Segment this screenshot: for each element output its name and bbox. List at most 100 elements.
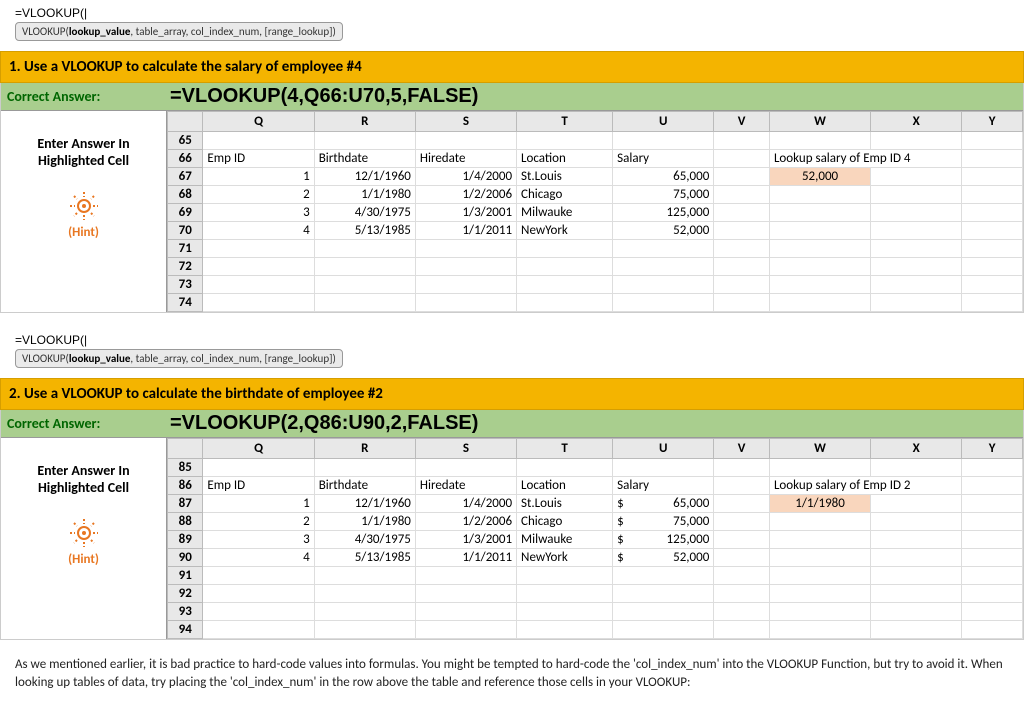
hint-label[interactable]: (Hint) bbox=[1, 225, 166, 240]
cell[interactable] bbox=[314, 567, 415, 585]
cell[interactable] bbox=[962, 240, 1023, 258]
cell[interactable]: 1/4/2000 bbox=[415, 495, 516, 513]
cell[interactable] bbox=[415, 603, 516, 621]
cell[interactable] bbox=[517, 621, 613, 639]
cell[interactable] bbox=[203, 603, 314, 621]
cell[interactable] bbox=[314, 585, 415, 603]
cell[interactable]: 5/13/1985 bbox=[314, 222, 415, 240]
cell[interactable] bbox=[714, 513, 770, 531]
cell[interactable]: St.Louis bbox=[517, 168, 613, 186]
cell[interactable]: $125,000 bbox=[613, 531, 714, 549]
cell[interactable]: 52,000 bbox=[613, 222, 714, 240]
cell[interactable] bbox=[714, 477, 770, 495]
cell[interactable]: 4 bbox=[203, 549, 314, 567]
cell[interactable]: Birthdate bbox=[314, 477, 415, 495]
cell[interactable] bbox=[962, 294, 1023, 312]
cell[interactable] bbox=[769, 603, 870, 621]
cell[interactable] bbox=[871, 621, 962, 639]
cell[interactable] bbox=[714, 585, 770, 603]
cell[interactable]: Salary bbox=[613, 477, 714, 495]
cell[interactable]: 1/1/1980 bbox=[314, 513, 415, 531]
cell[interactable]: Lookup salary of Emp ID 2 bbox=[769, 477, 961, 495]
cell[interactable]: 1/1/2011 bbox=[415, 549, 516, 567]
cell[interactable]: 2 bbox=[203, 513, 314, 531]
cell[interactable] bbox=[962, 132, 1023, 150]
cell[interactable] bbox=[714, 276, 770, 294]
cell[interactable] bbox=[517, 240, 613, 258]
cell[interactable]: 125,000 bbox=[613, 204, 714, 222]
cell[interactable]: St.Louis bbox=[517, 495, 613, 513]
cell[interactable] bbox=[871, 549, 962, 567]
cell[interactable] bbox=[962, 186, 1023, 204]
cell[interactable] bbox=[769, 531, 870, 549]
cell[interactable] bbox=[769, 585, 870, 603]
cell[interactable]: $52,000 bbox=[613, 549, 714, 567]
cell[interactable] bbox=[203, 567, 314, 585]
cell[interactable] bbox=[714, 621, 770, 639]
cell[interactable]: Emp ID bbox=[203, 150, 314, 168]
cell[interactable] bbox=[517, 258, 613, 276]
cell[interactable] bbox=[769, 258, 870, 276]
cell[interactable] bbox=[314, 258, 415, 276]
cell[interactable] bbox=[415, 294, 516, 312]
cell[interactable] bbox=[714, 186, 770, 204]
hint-icon[interactable] bbox=[1, 189, 166, 223]
cell[interactable] bbox=[871, 585, 962, 603]
cell[interactable]: Hiredate bbox=[415, 477, 516, 495]
highlighted-result-cell[interactable]: 1/1/1980 bbox=[769, 495, 870, 513]
cell[interactable] bbox=[714, 495, 770, 513]
highlighted-result-cell[interactable]: 52,000 bbox=[769, 168, 870, 186]
cell[interactable] bbox=[769, 567, 870, 585]
cell[interactable]: 1 bbox=[203, 168, 314, 186]
cell[interactable] bbox=[415, 240, 516, 258]
cell[interactable] bbox=[714, 204, 770, 222]
cell[interactable] bbox=[714, 459, 770, 477]
cell[interactable] bbox=[613, 240, 714, 258]
cell[interactable] bbox=[415, 585, 516, 603]
cell[interactable]: Milwauke bbox=[517, 204, 613, 222]
cell[interactable] bbox=[613, 258, 714, 276]
cell[interactable] bbox=[203, 459, 314, 477]
cell[interactable] bbox=[714, 150, 770, 168]
cell[interactable] bbox=[314, 240, 415, 258]
cell[interactable] bbox=[871, 495, 962, 513]
cell[interactable]: NewYork bbox=[517, 549, 613, 567]
cell[interactable]: 1/1/2011 bbox=[415, 222, 516, 240]
cell[interactable] bbox=[517, 567, 613, 585]
cell[interactable] bbox=[613, 459, 714, 477]
cell[interactable] bbox=[314, 276, 415, 294]
cell[interactable]: $75,000 bbox=[613, 513, 714, 531]
cell[interactable] bbox=[769, 549, 870, 567]
cell[interactable]: 1 bbox=[203, 495, 314, 513]
cell[interactable]: 4 bbox=[203, 222, 314, 240]
cell[interactable]: 65,000 bbox=[613, 168, 714, 186]
cell[interactable]: Chicago bbox=[517, 513, 613, 531]
cell[interactable]: 4/30/1975 bbox=[314, 204, 415, 222]
cell[interactable] bbox=[962, 204, 1023, 222]
cell[interactable] bbox=[714, 531, 770, 549]
cell[interactable] bbox=[714, 603, 770, 621]
cell[interactable] bbox=[613, 585, 714, 603]
cell[interactable] bbox=[962, 585, 1023, 603]
cell[interactable] bbox=[871, 603, 962, 621]
cell[interactable]: Milwauke bbox=[517, 531, 613, 549]
cell[interactable]: 2 bbox=[203, 186, 314, 204]
cell[interactable]: 4/30/1975 bbox=[314, 531, 415, 549]
cell[interactable] bbox=[517, 585, 613, 603]
cell[interactable] bbox=[517, 132, 613, 150]
cell[interactable] bbox=[769, 294, 870, 312]
cell[interactable] bbox=[517, 603, 613, 621]
cell[interactable] bbox=[871, 222, 962, 240]
cell[interactable] bbox=[769, 276, 870, 294]
cell[interactable] bbox=[769, 459, 870, 477]
cell[interactable] bbox=[613, 603, 714, 621]
cell[interactable] bbox=[962, 276, 1023, 294]
cell[interactable] bbox=[769, 222, 870, 240]
cell[interactable] bbox=[714, 294, 770, 312]
cell[interactable] bbox=[871, 513, 962, 531]
cell[interactable]: NewYork bbox=[517, 222, 613, 240]
cell[interactable] bbox=[871, 240, 962, 258]
cell[interactable] bbox=[871, 168, 962, 186]
cell[interactable] bbox=[714, 168, 770, 186]
cell[interactable] bbox=[613, 567, 714, 585]
